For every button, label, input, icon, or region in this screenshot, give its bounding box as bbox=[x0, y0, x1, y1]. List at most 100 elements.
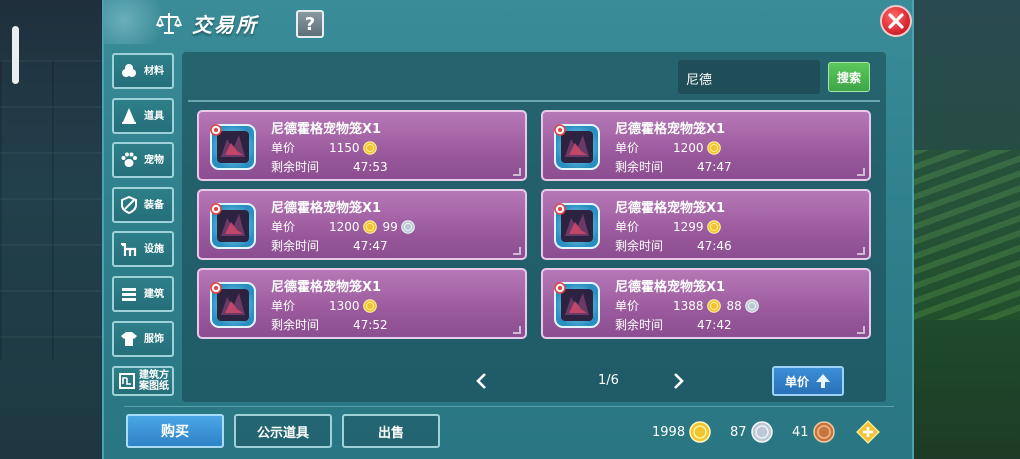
gold-amount: 1998 bbox=[652, 424, 686, 440]
category-label: 服饰 bbox=[144, 333, 164, 345]
pet-cage-icon bbox=[207, 200, 259, 252]
gold-price: 1300 bbox=[329, 298, 360, 313]
time-left-value: 47:53 bbox=[353, 159, 388, 174]
category-pets[interactable]: 宠物 bbox=[112, 142, 174, 178]
corner-decoration bbox=[513, 168, 521, 176]
blueprint-icon bbox=[118, 372, 136, 390]
add-currency-icon[interactable] bbox=[856, 420, 880, 444]
time-left-value: 47:47 bbox=[353, 238, 388, 253]
silver-price: 99 bbox=[382, 219, 398, 234]
prev-page-button[interactable] bbox=[472, 370, 490, 392]
silver-coin-icon bbox=[745, 298, 759, 313]
copper-coin-icon bbox=[812, 421, 835, 443]
category-label: 设施 bbox=[144, 243, 164, 255]
search-input[interactable]: 尼德 bbox=[678, 60, 820, 94]
pet-cage-icon bbox=[207, 279, 259, 331]
sort-by-price-button[interactable]: 单价 bbox=[772, 366, 844, 396]
time-left-label: 剩余时间 bbox=[271, 239, 320, 253]
category-label: 装备 bbox=[144, 199, 164, 211]
chevron-left-icon bbox=[476, 373, 486, 389]
price-label: 单价 bbox=[271, 141, 296, 155]
time-left-label: 剩余时间 bbox=[615, 160, 664, 174]
category-blueprint[interactable]: 建筑方案图纸 bbox=[112, 366, 174, 396]
balance-scale-icon bbox=[156, 13, 182, 34]
props-icon bbox=[120, 107, 138, 125]
facility-icon bbox=[120, 240, 138, 258]
category-equipment[interactable]: 装备 bbox=[112, 187, 174, 223]
gold-balance: 1998 bbox=[652, 421, 711, 443]
sort-arrow-icon bbox=[816, 374, 830, 388]
help-button[interactable]: ? bbox=[296, 10, 324, 38]
price-label: 单价 bbox=[615, 220, 640, 234]
category-label: 道具 bbox=[144, 110, 164, 122]
price-row: 单价 1388 88 bbox=[615, 297, 759, 314]
sell-button[interactable]: 出售 bbox=[342, 414, 440, 448]
gold-coin-icon bbox=[362, 298, 377, 313]
listing-name: 尼德霍格宠物笼X1 bbox=[271, 201, 382, 216]
gold-coin-icon bbox=[362, 140, 377, 155]
listing-card[interactable]: 尼德霍格宠物笼X1 单价 1300 剩余时间 47:52 bbox=[197, 268, 527, 339]
gold-price: 1200 bbox=[329, 219, 360, 234]
time-left-label: 剩余时间 bbox=[271, 160, 320, 174]
copper-balance: 41 bbox=[792, 421, 835, 443]
time-row: 剩余时间 47:42 bbox=[615, 316, 732, 333]
listing-card[interactable]: 尼德霍格宠物笼X1 单价 1200 99 剩余时间 47:47 bbox=[197, 189, 527, 260]
search-button[interactable]: 搜索 bbox=[828, 62, 870, 92]
price-row: 单价 1200 99 bbox=[271, 218, 415, 235]
materials-icon bbox=[120, 62, 138, 80]
gold-price: 1150 bbox=[329, 140, 360, 155]
building-icon bbox=[120, 285, 138, 303]
category-label: 建筑方案图纸 bbox=[139, 370, 169, 392]
category-label: 材料 bbox=[144, 65, 164, 77]
pet-paw-icon bbox=[120, 151, 138, 169]
exchange-panel: 交易所 ? 材料 道具 宠物 装备 设施 建筑 服饰 建筑方案图纸 尼德 搜索 … bbox=[102, 0, 914, 459]
time-left-label: 剩余时间 bbox=[271, 318, 320, 332]
time-left-value: 47:52 bbox=[353, 317, 388, 332]
next-page-button[interactable] bbox=[670, 370, 688, 392]
equipment-icon bbox=[120, 196, 138, 214]
pet-cage-icon bbox=[551, 279, 603, 331]
category-props[interactable]: 道具 bbox=[112, 98, 174, 134]
close-icon bbox=[888, 13, 904, 29]
category-facility[interactable]: 设施 bbox=[112, 231, 174, 267]
listing-card[interactable]: 尼德霍格宠物笼X1 单价 1299 剩余时间 47:46 bbox=[541, 189, 871, 260]
price-row: 单价 1150 bbox=[271, 139, 377, 156]
gold-coin-icon bbox=[689, 421, 711, 443]
listing-name: 尼德霍格宠物笼X1 bbox=[271, 122, 382, 137]
gold-price: 1388 bbox=[673, 298, 704, 313]
pet-cage-icon bbox=[551, 121, 603, 173]
show-item-button[interactable]: 公示道具 bbox=[234, 414, 332, 448]
gold-coin-icon bbox=[706, 298, 721, 313]
copper-amount: 41 bbox=[792, 424, 809, 440]
listing-card[interactable]: 尼德霍格宠物笼X1 单价 1200 剩余时间 47:47 bbox=[541, 110, 871, 181]
silver-balance: 87 bbox=[730, 421, 773, 443]
listing-card[interactable]: 尼德霍格宠物笼X1 单价 1388 88 剩余时间 47:42 bbox=[541, 268, 871, 339]
time-row: 剩余时间 47:53 bbox=[271, 158, 388, 175]
time-left-value: 47:47 bbox=[697, 159, 732, 174]
silver-coin-icon bbox=[750, 421, 773, 443]
time-row: 剩余时间 47:46 bbox=[615, 237, 732, 254]
game-background-right bbox=[912, 0, 1020, 459]
time-left-value: 47:46 bbox=[697, 238, 732, 253]
category-materials[interactable]: 材料 bbox=[112, 53, 174, 89]
close-button[interactable] bbox=[880, 5, 912, 37]
time-left-label: 剩余时间 bbox=[615, 318, 664, 332]
clothing-icon bbox=[120, 330, 138, 348]
time-row: 剩余时间 47:47 bbox=[271, 237, 388, 254]
silver-amount: 87 bbox=[730, 424, 747, 440]
category-clothing[interactable]: 服饰 bbox=[112, 321, 174, 357]
time-row: 剩余时间 47:47 bbox=[615, 158, 732, 175]
pet-cage-icon bbox=[207, 121, 259, 173]
title-bar: 交易所 bbox=[156, 8, 258, 38]
listing-card[interactable]: 尼德霍格宠物笼X1 单价 1150 剩余时间 47:53 bbox=[197, 110, 527, 181]
silver-coin-icon bbox=[401, 219, 415, 234]
price-row: 单价 1300 bbox=[271, 297, 377, 314]
side-scroll-handle[interactable] bbox=[12, 26, 19, 84]
corner-decoration bbox=[857, 326, 865, 334]
corner-decoration bbox=[857, 168, 865, 176]
price-label: 单价 bbox=[271, 299, 296, 313]
time-left-label: 剩余时间 bbox=[615, 239, 664, 253]
buy-button[interactable]: 购买 bbox=[126, 414, 224, 448]
category-building[interactable]: 建筑 bbox=[112, 276, 174, 312]
listing-name: 尼德霍格宠物笼X1 bbox=[615, 122, 726, 137]
